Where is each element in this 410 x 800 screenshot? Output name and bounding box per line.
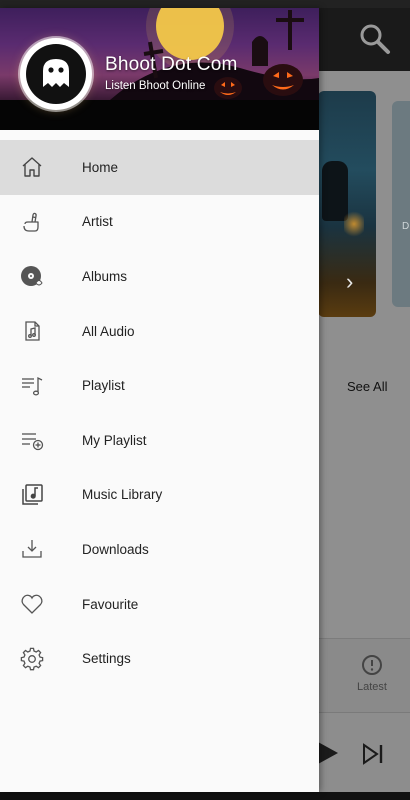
- heart-icon: [20, 592, 44, 616]
- drawer-item-label: Favourite: [82, 596, 139, 612]
- search-icon[interactable]: [358, 22, 392, 56]
- drawer-item-music-library[interactable]: Music Library: [0, 468, 319, 523]
- drawer-header: Bhoot Dot Com Listen Bhoot Online: [0, 8, 319, 130]
- see-all-link[interactable]: See All: [347, 379, 387, 394]
- drawer-item-label: Playlist: [82, 378, 125, 394]
- artist-hand-icon: [20, 210, 44, 234]
- drawer-item-label: Home: [82, 159, 119, 175]
- drawer-item-playlist[interactable]: Playlist: [0, 358, 319, 413]
- status-bar: [0, 0, 410, 8]
- navigation-drawer: Bhoot Dot Com Listen Bhoot Online Home A…: [0, 8, 319, 792]
- home-icon: [20, 155, 44, 179]
- audio-file-icon: [20, 319, 44, 343]
- chevron-right-icon[interactable]: ›: [346, 269, 353, 295]
- drawer-item-label: Settings: [82, 651, 131, 667]
- system-nav-bar: [0, 792, 410, 800]
- album-disc-icon: [20, 264, 44, 288]
- playlist-music-icon: [20, 374, 44, 398]
- drawer-item-label: Albums: [82, 268, 128, 284]
- drawer-item-artist[interactable]: Artist: [0, 195, 319, 250]
- skip-next-icon[interactable]: [360, 741, 386, 767]
- app-tagline: Listen Bhoot Online: [105, 80, 206, 92]
- drawer-item-downloads[interactable]: Downloads: [0, 522, 319, 577]
- drawer-item-my-playlist[interactable]: My Playlist: [0, 413, 319, 468]
- ghost-icon: [43, 59, 69, 87]
- drawer-item-all-audio[interactable]: All Audio: [0, 304, 319, 359]
- gear-icon: [20, 647, 44, 671]
- drawer-item-label: Artist: [82, 214, 113, 230]
- download-icon: [20, 537, 44, 561]
- drawer-item-label: All Audio: [82, 323, 135, 339]
- tab-latest-label: Latest: [357, 681, 387, 693]
- app-title: Bhoot Dot Com: [105, 54, 238, 75]
- drawer-item-label: My Playlist: [82, 432, 147, 448]
- drawer-item-label: Music Library: [82, 487, 163, 503]
- drawer-item-settings[interactable]: Settings: [0, 631, 319, 686]
- banner-card-next[interactable]: D: [392, 101, 410, 307]
- tab-latest[interactable]: Latest: [350, 653, 394, 693]
- drawer-menu: Home Artist Albums All Audio Playlist My…: [0, 140, 319, 686]
- music-library-icon: [20, 483, 44, 507]
- drawer-item-label: Downloads: [82, 541, 149, 557]
- drawer-item-albums[interactable]: Albums: [0, 249, 319, 304]
- drawer-item-favourite[interactable]: Favourite: [0, 577, 319, 632]
- alert-badge-icon: [362, 655, 382, 675]
- drawer-item-home[interactable]: Home: [0, 140, 319, 195]
- app-logo: [20, 38, 92, 110]
- playlist-add-icon: [20, 428, 44, 452]
